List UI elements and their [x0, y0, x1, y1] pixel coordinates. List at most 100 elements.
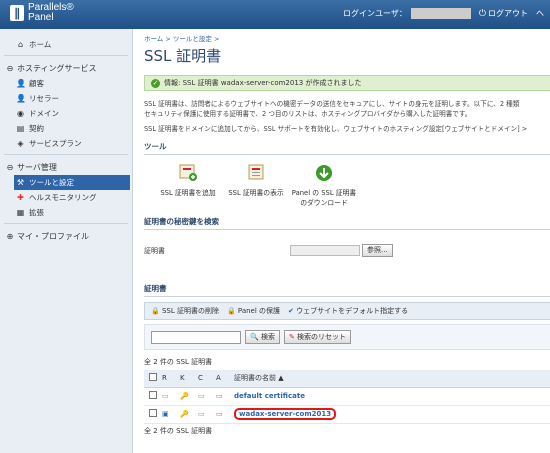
- key-icon: 🔑: [180, 387, 198, 406]
- reset-button-label: 検索のリセット: [297, 333, 347, 341]
- add-ssl-certificate-button[interactable]: SSL 証明書を追加: [154, 163, 222, 208]
- tool-label: SSL 証明書を追加: [160, 189, 216, 197]
- divider: [4, 223, 128, 224]
- row-checkbox[interactable]: [149, 391, 157, 399]
- tool-label: Panel の SSL 証明書のダウンロード: [291, 189, 357, 207]
- add-certificate-icon: [179, 164, 197, 181]
- cert-icon: ▭: [198, 387, 216, 406]
- user-icon: 👤: [16, 79, 26, 88]
- sidebar-item-label: 拡張: [29, 208, 44, 217]
- column-r[interactable]: R: [162, 370, 180, 388]
- search-icon: 🔍: [250, 333, 261, 341]
- description-line: セキュリティ保護に使用する証明書で、2 つ目のリストは、ホスティングプロバイダか…: [144, 110, 472, 118]
- table-row: ▭ 🔑 ▭ ▭ default certificate: [144, 387, 550, 406]
- view-ssl-certificate-button[interactable]: SSL 証明書の表示: [222, 163, 290, 208]
- sidebar-item-label: ツールと設定: [29, 178, 74, 187]
- column-name[interactable]: 証明書の名前 ▲: [234, 370, 550, 388]
- user-name-redacted: [410, 8, 471, 19]
- sidebar-item-domains[interactable]: ◉ ドメイン: [0, 106, 132, 121]
- sidebar: ⌂ ホーム ⊖ ホスティングサービス 👤 顧客 👤 リセラー ◉ ドメイン ▤ …: [0, 29, 133, 453]
- reset-search-button[interactable]: ✎ 検索のリセット: [283, 330, 352, 344]
- collapse-icon: ⊖: [6, 162, 14, 172]
- globe-icon: ◉: [17, 109, 24, 118]
- tools-list: SSL 証明書を追加 SSL 証明書の表示 Panel の SSL 証明書のダウ…: [154, 163, 550, 208]
- tools-icon: ⚒: [16, 178, 25, 187]
- info-text: 情報: SSL 証明書 wadax-server-com2013 が作成されまし…: [164, 79, 362, 87]
- sidebar-item-health-monitoring[interactable]: ✚ ヘルスモニタリング: [0, 190, 132, 205]
- view-certificate-icon: [248, 164, 264, 180]
- delete-icon: 🔒: [151, 307, 162, 315]
- browse-button[interactable]: 参照...: [362, 244, 393, 257]
- health-icon: ✚: [17, 193, 24, 202]
- ca-icon: ▭: [216, 387, 234, 406]
- parallels-logo-icon: ∥: [10, 5, 24, 21]
- search-button[interactable]: 🔍 検索: [245, 330, 280, 344]
- sidebar-item-label: ドメイン: [29, 109, 59, 118]
- divider: [4, 154, 128, 155]
- cert-icon: ▭: [198, 405, 216, 424]
- sidebar-item-label: 顧客: [29, 79, 44, 88]
- certificates-heading: 証明書: [144, 283, 550, 297]
- certificate-name-link[interactable]: default certificate: [234, 392, 305, 400]
- puzzle-icon: ▦: [16, 208, 25, 217]
- key-search-row: 証明書 参照...: [144, 244, 550, 257]
- tool-label: SSL 証明書の表示: [228, 189, 284, 197]
- sidebar-item-label: 契約: [29, 124, 44, 133]
- section-label: マイ・プロファイル: [17, 231, 89, 241]
- row-checkbox[interactable]: [149, 409, 157, 417]
- breadcrumb[interactable]: ホーム > ツールと設定 >: [144, 33, 550, 43]
- table-header: R K C A 証明書の名前 ▲: [144, 370, 550, 388]
- lock-icon: 🔒: [226, 307, 238, 315]
- certificate-label: 証明書: [144, 246, 165, 255]
- sidebar-item-extensions[interactable]: ▦ 拡張: [0, 205, 132, 220]
- home-icon: ⌂: [17, 40, 24, 49]
- search-input[interactable]: [151, 330, 241, 344]
- download-icon: [316, 165, 332, 181]
- certificate-name-link[interactable]: wadax-server-com2013: [234, 408, 337, 420]
- download-panel-certificate-button[interactable]: Panel の SSL 証明書のダウンロード: [290, 163, 358, 208]
- logout-link[interactable]: ログアウト: [488, 8, 528, 19]
- sidebar-item-tools-settings[interactable]: ⚒ ツールと設定: [14, 175, 130, 190]
- tools-heading: ツール: [144, 141, 550, 155]
- sidebar-section-hosting[interactable]: ⊖ ホスティングサービス: [0, 60, 132, 76]
- sidebar-item-label: サービスプラン: [29, 139, 82, 148]
- main-content: ホーム > ツールと設定 > SSL 証明書 ✓ 情報: SSL 証明書 wad…: [134, 29, 550, 453]
- reset-icon: ✎: [288, 333, 298, 341]
- section-label: ホスティングサービス: [17, 63, 97, 73]
- sidebar-item-customers[interactable]: 👤 顧客: [0, 76, 132, 91]
- description-line: SSL 証明書をドメインに追加してから、SSL サポートを有効化し、ウェブサイト…: [144, 125, 528, 133]
- help-link[interactable]: ヘ: [536, 8, 544, 19]
- top-bar: ∥ Parallels® Panel ログインユーザ： ⏻ ログアウト ヘ: [0, 0, 550, 29]
- column-a[interactable]: A: [216, 370, 234, 388]
- certificates-table: R K C A 証明書の名前 ▲ ▭ 🔑 ▭ ▭ default certifi…: [144, 370, 550, 424]
- section-label: サーバ管理: [17, 162, 57, 172]
- power-icon[interactable]: ⏻: [479, 9, 486, 19]
- column-c[interactable]: C: [198, 370, 216, 388]
- set-default-button[interactable]: ウェブサイトをデフォルト指定する: [296, 306, 408, 316]
- sidebar-section-server[interactable]: ⊖ サーバ管理: [0, 159, 132, 175]
- sidebar-item-home[interactable]: ⌂ ホーム: [0, 37, 132, 52]
- certificate-count-bottom: 全 2 件の SSL 証明書: [144, 426, 213, 435]
- sidebar-item-resellers[interactable]: 👤 リセラー: [0, 91, 132, 106]
- column-k[interactable]: K: [180, 370, 198, 388]
- protect-panel-button[interactable]: Panel の保護: [238, 306, 280, 316]
- check-icon: ✓: [151, 78, 160, 88]
- info-message: ✓ 情報: SSL 証明書 wadax-server-com2013 が作成され…: [144, 75, 550, 91]
- certificate-file-input[interactable]: [290, 245, 360, 256]
- page-title: SSL 証明書: [144, 47, 222, 65]
- search-key-heading: 証明書の秘密鍵を検索: [144, 216, 550, 230]
- ca-icon: ▭: [216, 405, 234, 424]
- reseller-icon: 👤: [16, 94, 26, 103]
- description-line: SSL 証明書は、訪問者によるウェブサイトへの機密データの送信をセキュアにし、サ…: [144, 100, 520, 108]
- select-all-checkbox[interactable]: [149, 373, 157, 382]
- request-icon: ▭: [162, 387, 180, 406]
- sidebar-item-subscriptions[interactable]: ▤ 契約: [0, 121, 132, 136]
- sidebar-item-label: リセラー: [29, 94, 59, 103]
- sidebar-section-profile[interactable]: ⊕ マイ・プロファイル: [0, 228, 132, 244]
- search-button-label: 検索: [260, 333, 275, 341]
- user-label: ログインユーザ：: [343, 9, 407, 18]
- sidebar-item-service-plans[interactable]: ◈ サービスプラン: [0, 136, 132, 151]
- parallels-logo[interactable]: ∥ Parallels® Panel: [10, 3, 74, 23]
- request-icon: ▣: [162, 405, 180, 424]
- delete-certificate-button[interactable]: SSL 証明書の削除: [162, 306, 219, 316]
